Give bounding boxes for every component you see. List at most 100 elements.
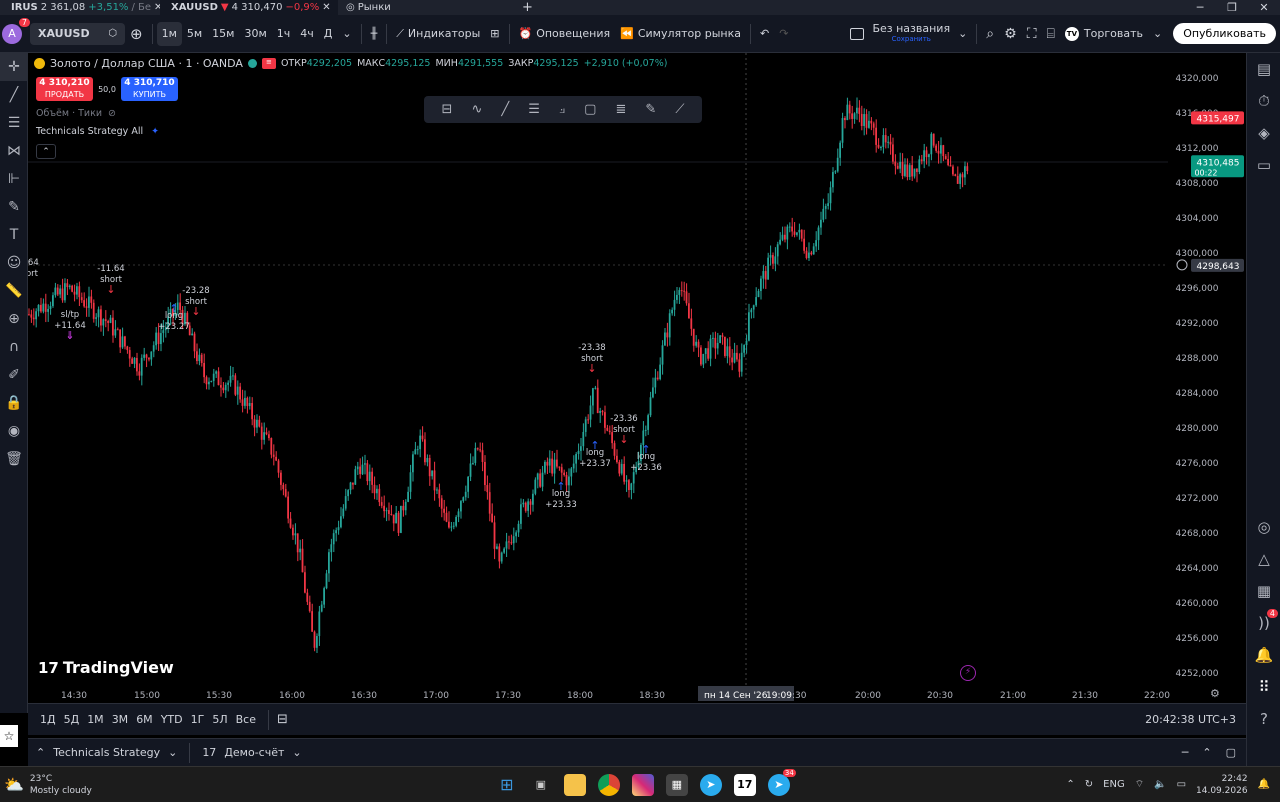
volume-label[interactable]: Объём · Тики (36, 108, 102, 119)
wave-icon[interactable]: ∿ (471, 102, 482, 117)
interval-0[interactable]: 1м (156, 21, 182, 46)
undo-icon[interactable]: ↶ (755, 22, 774, 46)
eye-icon[interactable]: ◉ (0, 417, 28, 445)
telegram-icon[interactable]: ➤ 34 (767, 768, 796, 796)
clock[interactable]: 20:42:38 UTC+3 (1145, 713, 1236, 726)
file-explorer-icon[interactable] (563, 773, 586, 796)
chevron-down-icon[interactable]: ⌄ (168, 746, 177, 759)
chevron-up-icon[interactable]: ⌃ (1066, 779, 1074, 790)
telegram-icon[interactable]: ➤ (699, 773, 722, 796)
range-7[interactable]: 5Л (208, 713, 231, 726)
candles-icon[interactable]: ╫ (366, 22, 383, 46)
chevron-down-icon[interactable]: ⌄ (1148, 22, 1167, 46)
compare-button[interactable]: ⊕ (125, 22, 148, 46)
close-window-icon[interactable]: ✕ (1248, 0, 1280, 15)
range-1[interactable]: 5Д (60, 713, 84, 726)
fullscreen-icon[interactable]: ⛶ (1022, 22, 1042, 46)
notifications-icon[interactable]: 🔔 (1247, 639, 1280, 671)
interval-5[interactable]: 4ч (295, 22, 319, 46)
publish-button[interactable]: Опубликовать (1173, 23, 1276, 44)
help-icon[interactable]: ? (1247, 703, 1280, 735)
collapse-legend-button[interactable]: ⌃ (36, 144, 56, 159)
eye-off-icon[interactable]: ⊘ (108, 108, 116, 119)
layout-menu[interactable]: Без названия Сохранить ⌄ (845, 22, 972, 46)
avatar[interactable]: A 7 (2, 17, 30, 44)
calendar-icon[interactable]: ▦ (1247, 575, 1280, 607)
fib-retracement-icon[interactable]: ☰ (0, 109, 28, 137)
trend-line-icon[interactable]: ╱ (501, 102, 509, 117)
range-0[interactable]: 1Д (36, 713, 60, 726)
system-clock[interactable]: 22:42 14.09.2026 (1196, 773, 1248, 797)
emoji-icon[interactable]: ☺ (0, 249, 28, 277)
maximize-icon[interactable]: ❐ (1216, 0, 1248, 15)
chart-area[interactable]: 4320,0004316,0004312,0004308,0004304,000… (28, 53, 1246, 703)
minimize-icon[interactable]: ─ (1184, 0, 1216, 15)
lightning-icon[interactable]: ⚡ (960, 665, 976, 681)
trash-icon[interactable]: 🗑 (0, 445, 28, 473)
alerts-button[interactable]: ⏰ Оповещения (514, 22, 616, 46)
rectangle-icon[interactable]: ▢ (584, 102, 596, 117)
tab-xauusd[interactable]: XAUUSD ▼ 4 310,470 −0,9% ✕ (160, 0, 338, 15)
camera-icon[interactable]: ⌸ (1042, 22, 1060, 46)
instagram-icon[interactable] (631, 773, 654, 796)
watchlist-icon[interactable]: ▤ (1247, 53, 1280, 85)
weather-widget[interactable]: ⛅ 23°C Mostly cloudy (4, 773, 92, 797)
lock-icon[interactable]: 🔒 (0, 389, 28, 417)
templates-icon[interactable]: ⊞ (485, 22, 504, 46)
account-selector[interactable]: Демо-счёт (224, 746, 284, 759)
interval-2[interactable]: 15м (207, 22, 239, 46)
chat-icon[interactable]: ▭ (1247, 149, 1280, 181)
lock-drawing-icon[interactable]: ✐ (0, 361, 28, 389)
indicators-button[interactable]: ⟋ Индикаторы (391, 22, 485, 46)
chrome-icon[interactable] (597, 773, 620, 796)
horizontal-line-icon[interactable]: ⊟ (442, 102, 453, 117)
range-6[interactable]: 1Г (187, 713, 209, 726)
interval-1[interactable]: 5м (182, 22, 207, 46)
chevron-down-icon[interactable]: ⌄ (292, 746, 301, 759)
chevron-down-icon[interactable]: ⌄ (337, 22, 356, 46)
battery-icon[interactable]: ▭ (1177, 779, 1186, 790)
pattern-icon[interactable]: ⋈ (0, 137, 28, 165)
mountains-icon[interactable]: △ (1247, 543, 1280, 575)
trade-button[interactable]: TV Торговать (1060, 22, 1148, 46)
strategy-tab[interactable]: Technicals Strategy (53, 746, 160, 759)
alerts-clock-icon[interactable]: ⏱ (1247, 85, 1280, 117)
sync-icon[interactable]: ↻ (1085, 779, 1093, 790)
favorites-star-icon[interactable]: ☆ (0, 725, 18, 747)
new-tab-button[interactable]: + (514, 0, 541, 15)
expand-panel-icon[interactable]: ⌃ (1202, 746, 1211, 759)
interval-6[interactable]: Д (319, 22, 338, 46)
price-chart-svg[interactable]: 4320,0004316,0004312,0004308,0004304,000… (28, 53, 1246, 703)
strategy-label[interactable]: Technicals Strategy All (36, 126, 143, 137)
tradingview-app-icon[interactable]: 17 (733, 773, 756, 796)
ruler-icon[interactable]: 📏 (0, 277, 28, 305)
date-range-icon[interactable]: ⊟ (277, 712, 288, 727)
range-3[interactable]: 3М (108, 713, 133, 726)
tab-irus[interactable]: IRUS 2 361,08 +3,51% / Бе ✕ (0, 0, 162, 15)
trend-line-icon[interactable]: ╱ (0, 81, 28, 109)
replay-button[interactable]: ⏪ Симулятор рынка (615, 22, 746, 46)
notification-bell-icon[interactable]: 🔔 (1258, 779, 1270, 790)
language-indicator[interactable]: ENG (1103, 779, 1125, 790)
range-8[interactable]: Все (232, 713, 260, 726)
symbol-search[interactable]: XAUUSD ⬡ (30, 22, 125, 45)
layers-icon[interactable]: ◈ (1247, 117, 1280, 149)
brush-icon[interactable]: ✎ (645, 102, 656, 117)
redo-icon[interactable]: ↷ (774, 22, 793, 46)
pitchfork-icon[interactable]: ⟓ (559, 102, 565, 117)
range-5[interactable]: YTD (157, 713, 187, 726)
interval-3[interactable]: 30м (239, 22, 271, 46)
target-icon[interactable]: ◎ (1247, 511, 1280, 543)
text-icon[interactable]: T (0, 221, 28, 249)
settings-gear-icon[interactable]: ⚙ (999, 22, 1022, 46)
close-icon[interactable]: ✕ (322, 2, 330, 13)
range-2[interactable]: 1М (83, 713, 108, 726)
fib-icon[interactable]: ≣ (615, 102, 626, 117)
magnet-icon[interactable]: ∩ (0, 333, 28, 361)
range-4[interactable]: 6М (132, 713, 157, 726)
quick-search-icon[interactable]: ⌕ (981, 22, 999, 46)
channel-icon[interactable]: ☰ (528, 102, 540, 117)
buy-button[interactable]: 4 310,710 КУПИТЬ (121, 77, 178, 101)
chart-settings-icon[interactable]: ⚙ (1210, 687, 1220, 700)
volume-icon[interactable]: 🔈 (1154, 779, 1166, 790)
